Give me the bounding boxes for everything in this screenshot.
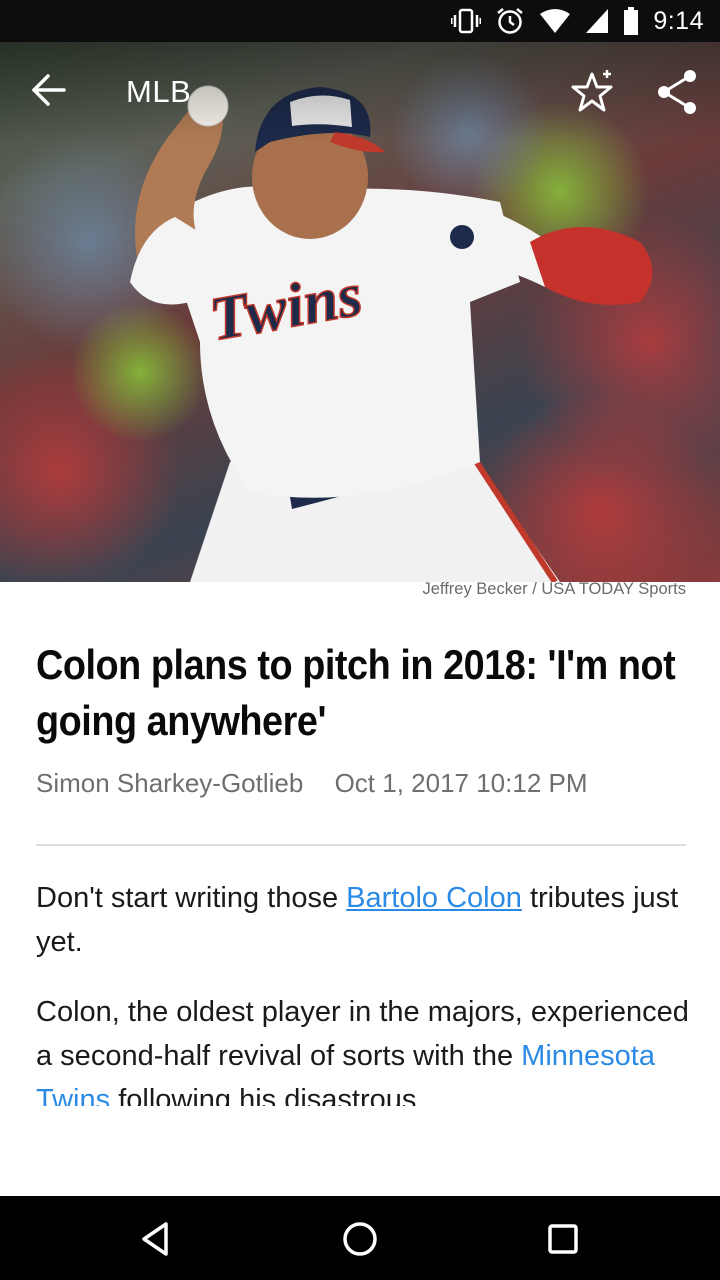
alarm-icon xyxy=(495,6,525,36)
wifi-icon xyxy=(539,8,571,34)
nav-back-button[interactable] xyxy=(132,1214,182,1264)
back-button[interactable] xyxy=(26,66,74,114)
status-icons xyxy=(451,6,639,36)
author-name[interactable]: Simon Sharkey-Gotlieb xyxy=(36,768,303,798)
cell-signal-icon xyxy=(585,8,609,34)
divider xyxy=(36,844,686,846)
photo-credit: Jeffrey Becker / USA TODAY Sports xyxy=(422,580,686,598)
home-circle-icon xyxy=(343,1222,377,1256)
paragraph-text: following his disastrous xyxy=(110,1084,417,1106)
status-time: 9:14 xyxy=(653,6,704,35)
share-button[interactable] xyxy=(652,66,704,118)
status-bar: 9:14 xyxy=(0,0,720,42)
player-link[interactable]: Bartolo Colon xyxy=(346,882,522,914)
paragraph-text: Don't start writing those xyxy=(36,882,347,914)
vibrate-icon xyxy=(451,7,482,35)
section-title: MLB xyxy=(126,74,192,109)
hero-image: Twins MLB xyxy=(0,42,720,582)
byline: Simon Sharkey-Gotlieb Oct 1, 2017 10:12 … xyxy=(36,768,588,799)
system-nav-bar xyxy=(0,1196,720,1280)
star-plus-icon xyxy=(571,70,613,112)
favorite-button[interactable] xyxy=(568,66,620,118)
article-headline: Colon plans to pitch in 2018: 'I'm not g… xyxy=(36,641,676,744)
nav-home-button[interactable] xyxy=(335,1214,385,1264)
article-body: Don't start writing those Bartolo Colon … xyxy=(36,876,696,1106)
back-triangle-icon xyxy=(142,1222,168,1256)
publish-date: Oct 1, 2017 10:12 PM xyxy=(334,768,588,798)
arrow-left-icon xyxy=(32,74,66,106)
battery-icon xyxy=(623,7,639,35)
nav-recents-button[interactable] xyxy=(538,1214,588,1264)
recents-square-icon xyxy=(548,1224,578,1254)
paragraph: Colon, the oldest player in the majors, … xyxy=(36,990,696,1106)
paragraph: Don't start writing those Bartolo Colon … xyxy=(36,876,696,964)
share-icon xyxy=(658,70,696,114)
